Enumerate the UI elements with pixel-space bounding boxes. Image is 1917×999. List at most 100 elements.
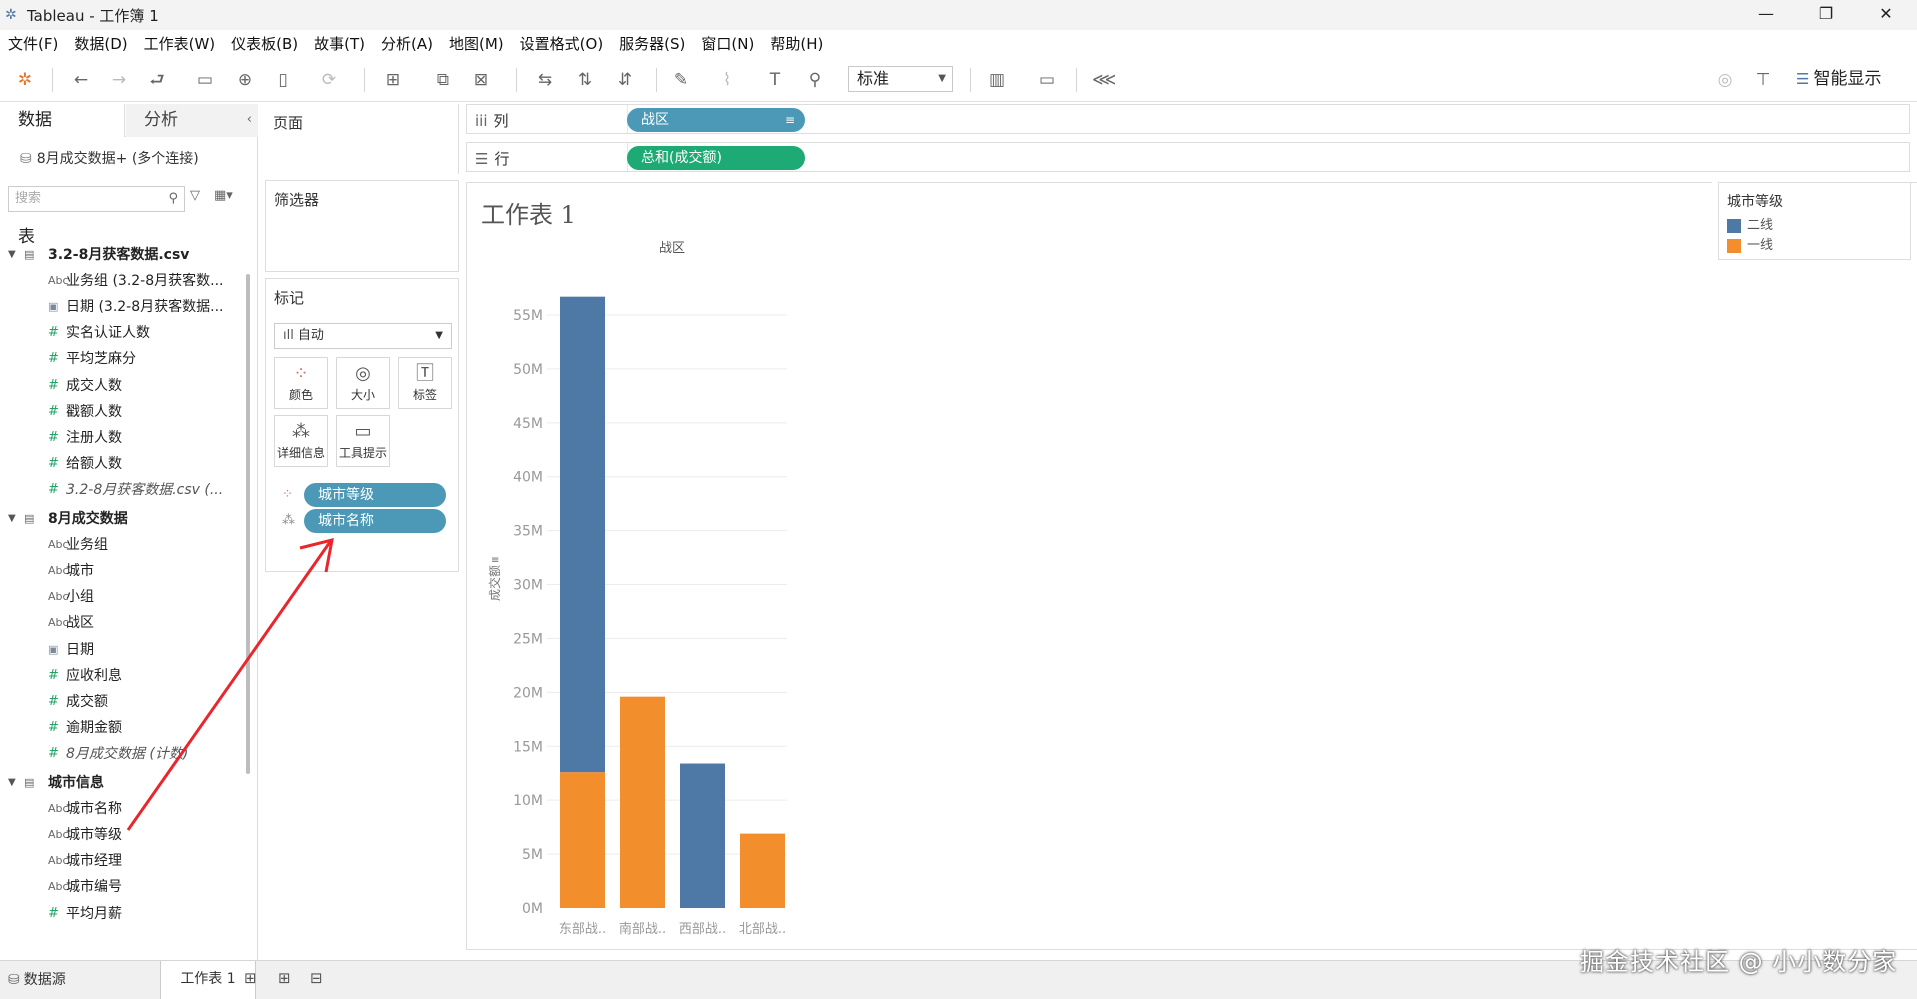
view-options-icon[interactable]: ▦▾ (214, 188, 233, 203)
field-item[interactable]: ▣ 日期 (3.2-8月获客数据... (0, 294, 240, 320)
field-item[interactable]: Abc 城市经理 (0, 848, 240, 874)
filter-icon[interactable]: ▽ (190, 188, 200, 203)
columns-shelf[interactable]: iii 列 战区 ≡ (466, 104, 1910, 134)
field-item[interactable]: Abc 城市等级 (0, 822, 240, 848)
maximize-button[interactable]: ❐ (1803, 0, 1849, 30)
chevron-down-icon[interactable]: ▼ (8, 242, 16, 268)
duplicate-sheet-icon[interactable]: ⧉ (432, 68, 454, 92)
replay-icon[interactable]: ⮐ (146, 68, 168, 92)
collapse-pane-icon[interactable]: ‹ (247, 112, 252, 127)
pill-city-level[interactable]: 城市等级 (304, 483, 446, 507)
field-item[interactable]: # 实名认证人数 (0, 320, 240, 346)
pill-sum-sales[interactable]: 总和(成交额) (627, 146, 805, 170)
save-icon[interactable]: ▭ (194, 68, 216, 92)
filters-card[interactable]: 筛选器 (265, 180, 459, 272)
field-item[interactable]: #8月成交数据 (计数) (0, 741, 240, 767)
field-item[interactable]: Abc 小组 (0, 584, 240, 610)
mark-type-select[interactable]: ıll 自动 ▼ (274, 323, 452, 349)
new-worksheet-icon[interactable]: ⊞ (244, 969, 257, 987)
field-item[interactable]: # 逾期金额 (0, 715, 240, 741)
label-button[interactable]: 🅃 标签 (398, 357, 452, 409)
refresh-icon[interactable]: ⟳ (318, 68, 340, 92)
field-item[interactable]: # 平均芝麻分 (0, 346, 240, 372)
tooltip-button[interactable]: ▭ 工具提示 (336, 415, 390, 467)
pages-card[interactable]: 页面 (265, 104, 459, 174)
fit-select[interactable]: 标准 ▼ (848, 66, 953, 92)
field-item[interactable]: # 成交人数 (0, 373, 240, 399)
field-item[interactable]: Abc 战区 (0, 610, 240, 636)
label-icon[interactable]: T (764, 68, 786, 92)
menu-item-6[interactable]: 地图(M) (449, 33, 504, 54)
new-story-icon[interactable]: ⊟ (310, 969, 323, 987)
field-item[interactable]: # 给额人数 (0, 451, 240, 477)
sheet-tab[interactable]: 工作表 1 (160, 961, 256, 999)
field-item[interactable]: # 应收利息 (0, 663, 240, 689)
bar-segment[interactable] (560, 296, 605, 773)
menu-item-5[interactable]: 分析(A) (381, 33, 433, 54)
size-button[interactable]: ◎ 大小 (336, 357, 390, 409)
presentation-icon[interactable]: ▭ (1036, 68, 1058, 92)
new-datasource-icon[interactable]: ⊕ (234, 68, 256, 92)
menu-item-10[interactable]: 帮助(H) (770, 33, 823, 54)
swap-icon[interactable]: ⇆ (534, 68, 556, 92)
close-button[interactable]: ✕ (1863, 0, 1909, 30)
color-legend[interactable]: 城市等级 二线 一线 (1718, 182, 1911, 260)
color-button[interactable]: ⁘ 颜色 (274, 357, 328, 409)
field-item[interactable]: Abc 城市名称 (0, 796, 240, 822)
share-icon[interactable]: ⋘ (1092, 68, 1116, 92)
bar-segment[interactable] (740, 833, 785, 908)
ask-data-icon[interactable]: ◎ (1714, 68, 1736, 92)
field-item[interactable]: #3.2-8月获客数据.csv (... (0, 477, 240, 503)
tab-data[interactable]: 数据 (0, 104, 125, 137)
menu-item-9[interactable]: 窗口(N) (701, 33, 754, 54)
new-dashboard-icon[interactable]: ⊞ (278, 969, 291, 987)
group-icon[interactable]: ⌇ (716, 68, 738, 92)
scrollbar[interactable] (246, 274, 250, 774)
bar-segment[interactable] (620, 696, 665, 908)
clear-sheet-icon[interactable]: ⊠ (470, 68, 492, 92)
show-cards-icon[interactable]: ▥ (986, 68, 1008, 92)
sort-descending-icon[interactable]: ⇵ (614, 68, 636, 92)
table-node[interactable]: ▼ ▤ 8月成交数据 (0, 506, 240, 532)
sort-ascending-icon[interactable]: ⇅ (574, 68, 596, 92)
menu-item-1[interactable]: 数据(D) (74, 33, 127, 54)
undo-icon[interactable]: ← (70, 68, 92, 92)
rows-shelf[interactable]: ☰ 行 总和(成交额) (466, 142, 1910, 172)
field-item[interactable]: ▣ 日期 (0, 637, 240, 663)
field-item[interactable]: Abc 城市 (0, 558, 240, 584)
pill-city-name[interactable]: 城市名称 (304, 509, 446, 533)
field-item[interactable]: Abc 业务组 (3.2-8月获客数... (0, 268, 240, 294)
pin-icon[interactable]: ⚲ (804, 68, 826, 92)
datasource-connection[interactable]: ⛁ 8月成交数据+ (多个连接) (20, 148, 199, 168)
menu-item-3[interactable]: 仪表板(B) (231, 33, 298, 54)
menu-item-2[interactable]: 工作表(W) (144, 33, 216, 54)
tab-analysis[interactable]: 分析 (126, 104, 258, 137)
detail-button[interactable]: ⁂ 详细信息 (274, 415, 328, 467)
menu-item-4[interactable]: 故事(T) (314, 33, 365, 54)
field-item[interactable]: # 注册人数 (0, 425, 240, 451)
bar-segment[interactable] (680, 763, 725, 908)
field-item[interactable]: # 戳额人数 (0, 399, 240, 425)
smart-show-button[interactable]: ☰ 智能显示 (1796, 66, 1881, 92)
minimize-button[interactable]: — (1743, 0, 1789, 30)
new-sheet-icon[interactable]: ⊞ (382, 68, 404, 92)
highlight-icon[interactable]: ✎ (670, 68, 692, 92)
chevron-down-icon[interactable]: ▼ (8, 770, 16, 796)
table-node[interactable]: ▼ ▤ 城市信息 (0, 770, 240, 796)
legend-item-tier2[interactable]: 二线 (1727, 217, 1773, 235)
tooltip-pin-icon[interactable]: ⊤ (1752, 68, 1774, 92)
bar-segment[interactable] (560, 772, 605, 908)
redo-icon[interactable]: → (108, 68, 130, 92)
field-item[interactable]: Abc 业务组 (0, 532, 240, 558)
search-input[interactable]: 搜索 ⚲ (8, 186, 185, 212)
menu-item-0[interactable]: 文件(F) (8, 33, 58, 54)
field-item[interactable]: Abc 城市编号 (0, 874, 240, 900)
table-node[interactable]: ▼ ▤ 3.2-8月获客数据.csv (0, 242, 240, 268)
legend-item-tier1[interactable]: 一线 (1727, 237, 1773, 255)
field-item[interactable]: # 成交额 (0, 689, 240, 715)
field-item[interactable]: # 平均月薪 (0, 901, 240, 927)
datasource-tab[interactable]: ⛁ 数据源 (8, 969, 66, 989)
chevron-down-icon[interactable]: ▼ (8, 506, 16, 532)
pill-theater[interactable]: 战区 ≡ (627, 108, 805, 132)
menu-item-7[interactable]: 设置格式(O) (520, 33, 604, 54)
